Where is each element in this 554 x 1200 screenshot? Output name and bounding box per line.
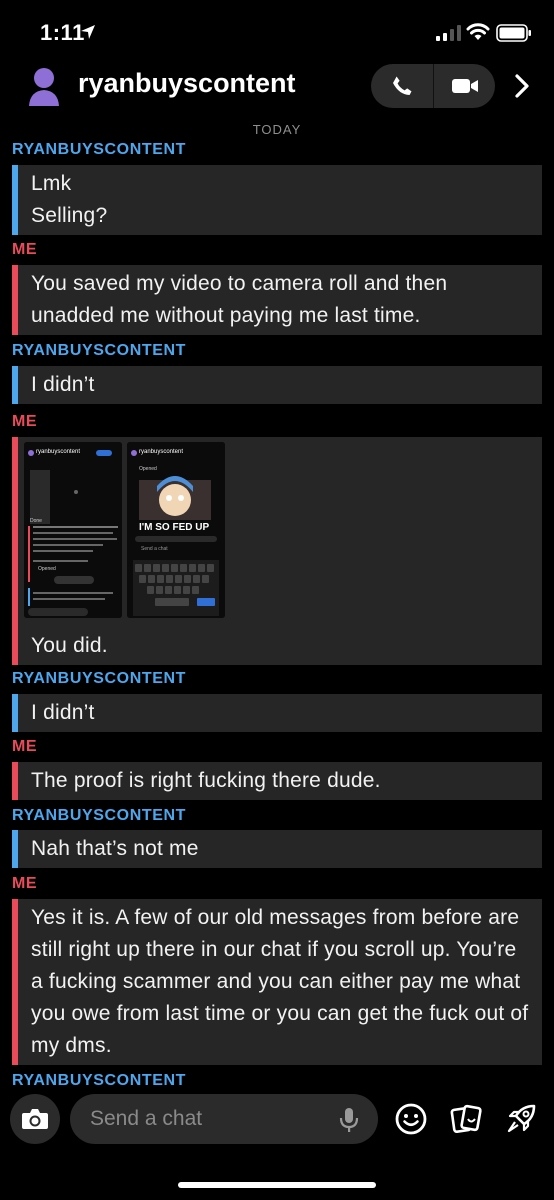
- screenshot-header-name: ryanbuyscontent: [139, 449, 184, 455]
- chevron-right-icon[interactable]: [512, 72, 532, 100]
- message-text: Nah that’s not me: [31, 837, 199, 860]
- sender-label: ME: [12, 413, 38, 430]
- message-text: Yes it is. A few of our old messages fro…: [31, 906, 529, 1057]
- sender-label: ME: [12, 875, 38, 892]
- screenshot-input-placeholder: Send a chat: [141, 546, 168, 552]
- day-label: TODAY: [252, 122, 302, 137]
- message-bubble[interactable]: Nah that’s not me: [12, 830, 542, 868]
- contact-name[interactable]: ryanbuyscontent: [78, 68, 296, 99]
- camera-icon: [22, 1109, 48, 1129]
- location-arrow-icon: [81, 25, 95, 39]
- chat-header: ryanbuyscontent: [0, 60, 554, 116]
- message-bubble[interactable]: ryanbuyscontent Done Opened ryanbuyscont…: [12, 437, 542, 665]
- attached-screenshot[interactable]: ryanbuyscontent Opened I'M SO FED UP Sen…: [127, 442, 225, 618]
- screenshot-opened-label: Opened: [38, 566, 56, 572]
- message-text: You saved my video to camera roll and th…: [31, 272, 448, 327]
- message-bubble[interactable]: Lmk Selling?: [12, 165, 542, 235]
- message-bubble[interactable]: You saved my video to camera roll and th…: [12, 265, 542, 335]
- status-bar: 1:11: [0, 0, 554, 60]
- video-call-button[interactable]: [433, 64, 495, 108]
- message-text: The proof is right fucking there dude.: [31, 769, 381, 792]
- message-text: I didn’t: [31, 373, 95, 396]
- message-text: Lmk Selling?: [31, 172, 108, 227]
- message-bubble[interactable]: The proof is right fucking there dude.: [12, 762, 542, 800]
- attached-screenshot[interactable]: ryanbuyscontent Done Opened: [24, 442, 122, 618]
- sender-label: RYANBUYSCONTENT: [12, 342, 187, 359]
- sender-label: ME: [12, 738, 38, 755]
- battery-icon: [496, 24, 531, 42]
- rocket-icon[interactable]: [504, 1102, 538, 1136]
- sender-label: RYANBUYSCONTENT: [12, 1072, 187, 1086]
- sender-label: ME: [12, 241, 38, 258]
- meme-caption: I'M SO FED UP: [139, 522, 210, 533]
- status-time: 1:11: [40, 20, 85, 45]
- video-icon: [451, 79, 478, 93]
- sender-label: RYANBUYSCONTENT: [12, 670, 187, 687]
- message-bubble[interactable]: I didn’t: [12, 694, 542, 732]
- message-bubble[interactable]: Yes it is. A few of our old messages fro…: [12, 899, 542, 1065]
- camera-button[interactable]: [10, 1094, 60, 1144]
- sender-label: RYANBUYSCONTENT: [12, 807, 187, 824]
- phone-icon: [393, 76, 412, 95]
- home-indicator[interactable]: [178, 1182, 376, 1188]
- attachment-gallery: ryanbuyscontent Done Opened ryanbuyscont…: [18, 437, 542, 627]
- message-bubble[interactable]: I didn’t: [12, 366, 542, 404]
- sender-label: RYANBUYSCONTENT: [12, 141, 187, 158]
- signal-icon: [436, 25, 461, 41]
- message-text: You did.: [31, 634, 108, 657]
- message-text: I didn’t: [31, 701, 95, 724]
- next-message-clip: RYANBUYSCONTENT: [0, 1068, 554, 1086]
- avatar-icon[interactable]: [28, 66, 60, 106]
- screenshot-opened-label: Opened: [139, 466, 157, 472]
- wifi-icon: [466, 23, 490, 40]
- chat-input-bar: [0, 1092, 554, 1148]
- screenshot-thumbnail-1: [24, 442, 122, 618]
- screenshot-header-name: ryanbuyscontent: [36, 449, 81, 455]
- smiley-icon[interactable]: [394, 1102, 428, 1136]
- cards-icon[interactable]: [449, 1102, 483, 1136]
- screenshot-note-label: Done: [30, 518, 42, 524]
- microphone-icon[interactable]: [338, 1106, 360, 1134]
- chat-input[interactable]: [70, 1094, 378, 1144]
- voice-call-button[interactable]: [371, 64, 433, 108]
- call-actions: [371, 64, 495, 108]
